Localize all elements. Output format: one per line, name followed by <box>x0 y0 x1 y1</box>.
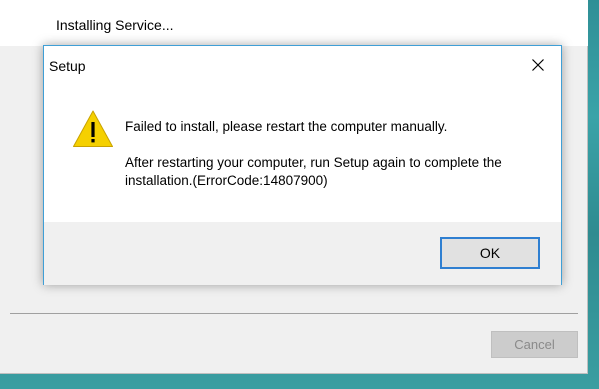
dialog-footer: OK <box>44 222 561 285</box>
dialog-titlebar: Setup <box>44 46 561 84</box>
warning-icon <box>73 110 113 147</box>
error-message: Failed to install, please restart the co… <box>125 119 448 134</box>
dialog-title: Setup <box>49 58 86 74</box>
ok-button[interactable]: OK <box>440 237 540 269</box>
installer-divider <box>10 313 578 314</box>
close-button[interactable] <box>515 46 561 84</box>
installer-header: Installing Service... <box>0 0 588 46</box>
setup-dialog: Setup Failed to install, please restart … <box>43 45 562 285</box>
cancel-button[interactable]: Cancel <box>491 331 578 358</box>
installer-status-title: Installing Service... <box>56 17 174 33</box>
error-instructions: After restarting your computer, run Setu… <box>125 155 502 188</box>
close-icon <box>532 59 544 71</box>
